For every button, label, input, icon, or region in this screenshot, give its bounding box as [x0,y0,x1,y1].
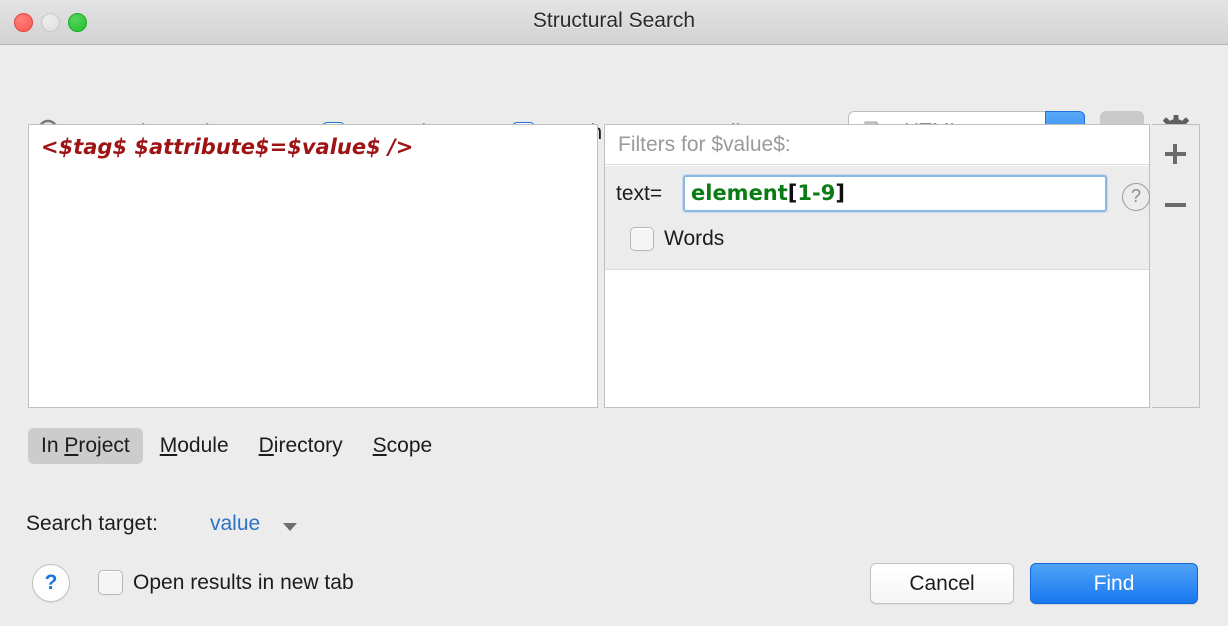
filters-header: Filters for $value$: [605,125,1150,165]
chevron-down-icon[interactable] [283,523,297,531]
text-filter-label: text= [616,182,662,206]
add-filter-button[interactable] [1152,134,1198,174]
words-checkbox-label: Words [664,227,724,251]
scope-tab-suffix: odule [177,434,228,457]
regex-token-1: [ [788,181,798,205]
open-results-in-new-tab-checkbox[interactable]: Open results in new tab [98,570,354,595]
question-mark-icon[interactable]: ? [1122,183,1150,211]
window-title: Structural Search [0,9,1228,33]
search-template-editor[interactable]: <$tag$ $attribute$=$value$ /> [28,124,598,408]
regex-token-2: 1-9 [797,181,835,205]
help-button[interactable]: ? [32,564,70,602]
regex-token-3: ] [835,181,845,205]
scope-tab-prefix: In [41,434,64,457]
scope-tab-suffix: roject [78,434,129,457]
remove-filter-button[interactable] [1152,185,1198,225]
open-results-checkbox-box[interactable] [98,570,123,595]
filters-header-text: Filters for $value$: [618,133,791,157]
search-template-code: <$tag$ $attribute$=$value$ /> [41,135,413,159]
search-target-value[interactable]: value [210,512,260,536]
scope-tab-suffix: cope [387,434,433,457]
scope-tab-mnemonic: D [259,434,274,457]
text-filter-input[interactable]: element[1-9] [683,175,1107,212]
find-button[interactable]: Find [1030,563,1198,604]
scope-tab-mnemonic: P [64,434,78,457]
scope-tab-in-project[interactable]: In Project [28,428,143,464]
scope-tabs: In ProjectModuleDirectoryScope [28,428,445,464]
regex-token-0: element [691,181,788,205]
cancel-button[interactable]: Cancel [870,563,1014,604]
scope-tab-mnemonic: M [160,434,178,457]
scope-tab-suffix: irectory [274,434,343,457]
text-filter-block: text= element[1-9] [605,166,1150,270]
search-target-label: Search target: [26,512,158,536]
words-checkbox[interactable]: Words [630,227,724,251]
text-filter-value: element[1-9] [691,181,845,205]
scope-tab-directory[interactable]: Directory [246,428,356,464]
toolbar: Search template: Recursive Match case Fi… [0,45,1228,113]
filter-add-remove-rail [1152,124,1200,408]
title-bar: Structural Search [0,0,1228,45]
scope-tab-mnemonic: S [373,434,387,457]
words-checkbox-box[interactable] [630,227,654,251]
filters-panel: Filters for $value$: text= element[1-9] [604,124,1150,408]
scope-tab-module[interactable]: Module [147,428,242,464]
structural-search-dialog: Structural Search Search template: Recur… [0,0,1228,626]
scope-tab-scope[interactable]: Scope [360,428,446,464]
open-results-checkbox-label: Open results in new tab [133,571,354,595]
